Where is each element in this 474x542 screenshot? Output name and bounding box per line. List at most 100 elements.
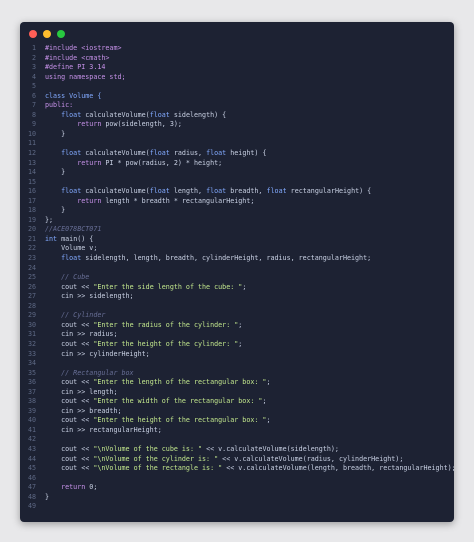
line-source: //ACE078BCT071 [45,225,101,235]
line-source: return length * breadth * rectangularHei… [45,197,254,207]
code-line: 10 } [20,130,454,140]
code-token: // Rectangular box [45,368,134,377]
line-number: 4 [31,72,36,81]
code-line: 39 cin >> breadth; [20,407,454,417]
code-line: 47 return 0; [20,483,454,493]
line-number: 7 [31,101,36,110]
code-token: float [149,187,174,196]
line-number: 16 [27,187,36,196]
code-token: PI * pow(radius, 2) * height; [105,158,223,167]
code-line: 13 return PI * pow(radius, 2) * height; [20,159,454,169]
code-line: 37 cin >> length; [20,388,454,398]
code-token: cin >> sidelength; [45,292,134,301]
minimize-button[interactable] [43,30,51,38]
line-source: cin >> sidelength; [45,292,134,302]
code-token: ; [238,339,243,348]
code-line: 31 cin >> radius; [20,330,454,340]
code-token: cout << [45,339,94,348]
code-token: float [149,110,174,119]
code-token: rectangularHeight) { [290,187,372,196]
line-source: return pow(sidelength, 3); [45,120,182,130]
line-source: return PI * pow(radius, 2) * height; [45,159,222,169]
line-source: cout << "Enter the side length of the cu… [45,283,246,293]
line-number: 1 [31,44,36,52]
line-source: cout << "\nVolume of the rectangle is: "… [45,464,454,474]
line-number: 5 [31,82,36,91]
line-number: 6 [31,91,36,100]
line-number: 21 [27,234,36,243]
line-number: 26 [27,282,36,291]
code-line: 25 // Cube [20,273,454,283]
code-token: cin >> radius; [45,330,118,339]
code-line: 29 // Cylinder [20,311,454,321]
line-number: 49 [27,502,36,511]
code-token: }; [45,215,54,224]
code-token: } [45,492,50,501]
code-line: 33 cin >> cylinderHeight; [20,350,454,360]
code-line: 11 [20,139,454,149]
maximize-button[interactable] [57,30,65,38]
code-line: 6 class Volume { [20,92,454,102]
code-line: 35 // Rectangular box [20,369,454,379]
code-line: 36 cout << "Enter the length of the rect… [20,378,454,388]
code-token: << v.calculateVolume(radius, cylinderHei… [218,454,404,463]
code-token: "\nVolume of the rectangle is: " [93,464,223,473]
code-token: } [45,168,66,177]
line-number: 34 [27,359,36,368]
code-line: 18 } [20,206,454,216]
line-source: #define PI 3.14 [45,63,105,73]
line-source: } [45,130,65,140]
line-number: 41 [27,425,36,434]
line-source: Volume v; [45,244,97,254]
code-token: 0; [89,483,98,492]
line-number: 11 [27,139,36,148]
code-editor: 1 #include <iostream> 2 #include <cmath> 3 #d… [20,44,454,512]
line-source: cout << "Enter the width of the rectangu… [45,397,266,407]
code-token: radius, [173,149,207,158]
code-line: 17 return length * breadth * rectangular… [20,197,454,207]
code-token: ; [266,416,271,425]
code-token: length * breadth * rectangularHeight; [105,196,255,205]
line-number: 2 [31,53,36,62]
code-line: 15 [20,178,454,188]
line-source: float calculateVolume(float sidelength) … [45,111,226,121]
code-token: class Volume { [45,91,102,100]
line-number: 38 [27,397,36,406]
code-line: 1 #include <iostream> [20,44,454,54]
code-token: return [45,483,90,492]
line-number: 45 [27,464,36,473]
line-source: cout << "\nVolume of the cylinder is: " … [45,455,403,465]
code-token: float [266,187,291,196]
code-token: breadth, [230,187,267,196]
line-source: // Rectangular box [45,368,134,379]
code-token: float [45,110,86,119]
close-button[interactable] [29,30,37,38]
window-titlebar [20,22,454,44]
code-token: cin >> cylinderHeight; [45,349,150,358]
line-source: int main() { [45,235,93,245]
code-line: 19}; [20,216,454,226]
line-source: } [45,206,65,216]
code-token: cout << [45,282,94,291]
code-token: float [206,187,231,196]
code-line: 5 [20,82,454,92]
code-token: calculateVolume( [85,187,150,196]
line-number: 42 [27,435,36,444]
code-token: return [45,158,106,167]
code-token: cout << [45,378,94,387]
code-line: 28 [20,302,454,312]
line-source: cin >> breadth; [45,407,121,417]
code-token: //ACE078BCT071 [45,225,102,234]
code-token: public: [45,101,74,110]
line-number: 25 [27,273,36,282]
code-line: 9 return pow(sidelength, 3); [20,120,454,130]
line-number: 15 [27,177,36,186]
code-line: 49 [20,502,454,512]
code-token: cout << [45,416,94,425]
line-number: 8 [31,110,36,119]
line-source: class Volume { [45,92,101,102]
line-source: #include <cmath> [45,54,109,64]
code-token: cout << [45,444,94,453]
line-source: cin >> length; [45,388,117,398]
line-number: 27 [27,292,36,301]
